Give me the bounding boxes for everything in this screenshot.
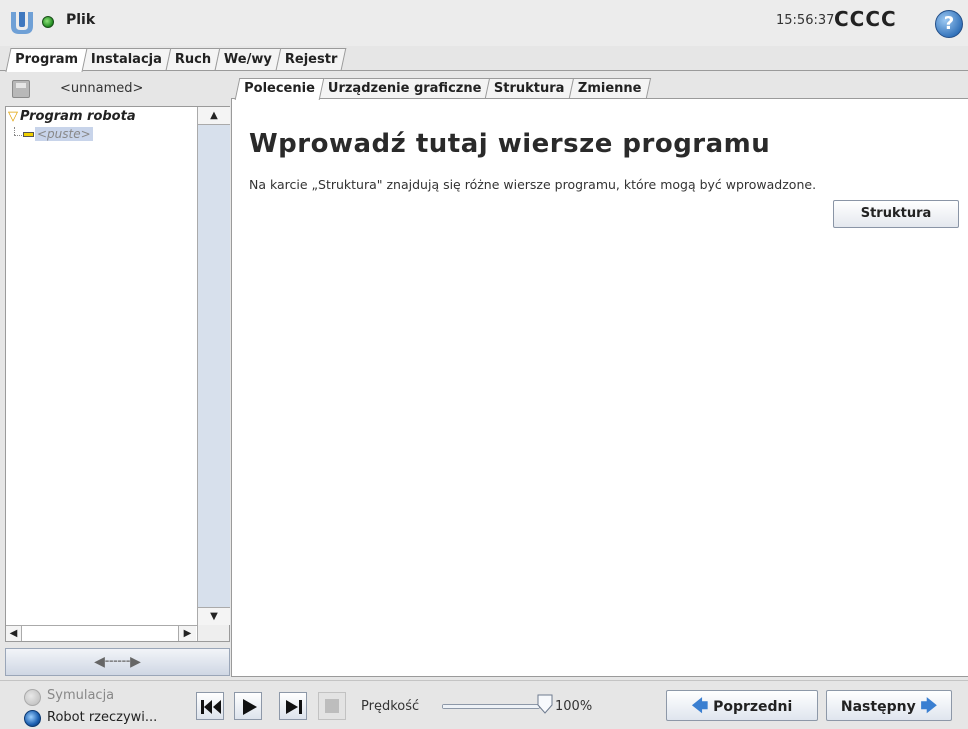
tree-root-label: Program robota bbox=[20, 109, 136, 124]
scroll-up-icon[interactable]: ▲ bbox=[198, 107, 230, 125]
top-bar: Plik 15:56:37 CCCC ? bbox=[0, 0, 968, 46]
scroll-right-icon[interactable]: ▶ bbox=[178, 626, 196, 641]
speed-value: 100% bbox=[555, 699, 593, 714]
real-robot-radio[interactable] bbox=[24, 710, 41, 727]
tab-label: Rejestr bbox=[284, 52, 338, 67]
rewind-icon bbox=[201, 700, 221, 714]
tree-connector bbox=[14, 127, 15, 135]
tab-label: Program bbox=[15, 52, 79, 67]
arrow-right-icon: 🡆 bbox=[920, 696, 938, 715]
tab-instalacja[interactable]: Instalacja bbox=[81, 48, 172, 70]
real-robot-label[interactable]: Robot rzeczywi... bbox=[47, 710, 157, 725]
clock: 15:56:37 bbox=[776, 13, 835, 28]
tree-connector bbox=[14, 135, 22, 136]
step-icon bbox=[286, 700, 302, 714]
tab-rejestr[interactable]: Rejestr bbox=[275, 48, 347, 70]
tab-label: We/wy bbox=[224, 52, 272, 67]
tab-label: Polecenie bbox=[244, 81, 315, 96]
step-button[interactable] bbox=[279, 692, 307, 720]
speed-fill bbox=[443, 705, 539, 708]
speed-slider-thumb[interactable] bbox=[537, 694, 553, 714]
scroll-track[interactable] bbox=[198, 125, 230, 607]
tab-zmienne[interactable]: Zmienne bbox=[568, 78, 651, 98]
vertical-scrollbar[interactable]: ▲ ▼ bbox=[197, 107, 230, 641]
tab-label: Urządzenie graficzne bbox=[327, 81, 482, 96]
tab-label: Struktura bbox=[494, 81, 565, 96]
program-tree: ▽ Program robota <puste> ▲ ▼ ◀ ▶ bbox=[5, 106, 230, 642]
play-icon bbox=[243, 699, 257, 715]
command-content: Wprowadź tutaj wiersze programu Na karci… bbox=[231, 98, 968, 677]
scroll-left-icon[interactable]: ◀ bbox=[6, 626, 22, 641]
help-icon[interactable]: ? bbox=[935, 10, 963, 38]
program-tree-panel: <unnamed> ▽ Program robota <puste> ▲ ▼ ◀ … bbox=[5, 72, 230, 677]
horizontal-scrollbar[interactable]: ◀ ▶ bbox=[6, 625, 197, 641]
arrow-left-icon: 🡄 bbox=[691, 696, 709, 715]
double-arrow-icon: ◀╌╌╌▶ bbox=[94, 654, 141, 670]
page-description: Na karcie „Struktura" znajdują się różne… bbox=[249, 177, 817, 192]
resize-panel-button[interactable]: ◀╌╌╌▶ bbox=[5, 648, 230, 676]
tab-ruch[interactable]: Ruch bbox=[165, 48, 221, 70]
bottom-bar: Symulacja Robot rzeczywi... Prędkość 100… bbox=[0, 680, 968, 729]
speed-slider[interactable] bbox=[442, 704, 540, 709]
previous-label: Poprzedni bbox=[713, 699, 793, 715]
main-tabs: Program Instalacja Ruch We/wy Rejestr bbox=[5, 48, 347, 72]
tab-struktura[interactable]: Struktura bbox=[485, 78, 575, 98]
play-button[interactable] bbox=[234, 692, 262, 720]
expanded-triangle-icon[interactable]: ▽ bbox=[8, 109, 18, 124]
tab-program[interactable]: Program bbox=[5, 48, 88, 72]
tree-root-node[interactable]: ▽ Program robota bbox=[8, 109, 136, 124]
robot-name: CCCC bbox=[834, 7, 897, 31]
speed-label: Prędkość bbox=[361, 699, 420, 714]
tab-label: Instalacja bbox=[90, 52, 162, 67]
page-title: Wprowadź tutaj wiersze programu bbox=[249, 129, 771, 159]
tab-urzadzenie-graficzne[interactable]: Urządzenie graficzne bbox=[318, 78, 491, 98]
tab-we-wy[interactable]: We/wy bbox=[214, 48, 282, 70]
tree-child-node[interactable]: <puste> bbox=[35, 127, 93, 141]
ur-logo-icon bbox=[11, 12, 33, 34]
tab-divider bbox=[0, 70, 968, 71]
tab-polecenie[interactable]: Polecenie bbox=[234, 78, 325, 100]
simulation-label[interactable]: Symulacja bbox=[47, 688, 114, 703]
tab-label: Ruch bbox=[174, 52, 212, 67]
empty-node-icon bbox=[23, 132, 34, 137]
program-name: <unnamed> bbox=[60, 81, 144, 96]
next-label: Następny bbox=[840, 699, 916, 715]
rewind-button[interactable] bbox=[196, 692, 224, 720]
scroll-down-icon[interactable]: ▼ bbox=[198, 607, 230, 625]
scroll-track[interactable] bbox=[22, 626, 178, 641]
tab-label: Zmienne bbox=[577, 81, 642, 96]
next-button[interactable]: Następny 🡆 bbox=[826, 690, 952, 721]
status-dot-icon bbox=[42, 16, 54, 28]
struktura-button[interactable]: Struktura bbox=[833, 200, 959, 228]
command-panel: Wprowadź tutaj wiersze programu Na karci… bbox=[231, 72, 968, 677]
previous-button[interactable]: 🡄 Poprzedni bbox=[666, 690, 818, 721]
save-icon[interactable] bbox=[12, 80, 30, 98]
simulation-radio[interactable] bbox=[24, 689, 41, 706]
stop-button[interactable] bbox=[318, 692, 346, 720]
sub-tabs: Polecenie Urządzenie graficzne Struktura… bbox=[234, 78, 651, 100]
file-menu[interactable]: Plik bbox=[66, 12, 95, 28]
